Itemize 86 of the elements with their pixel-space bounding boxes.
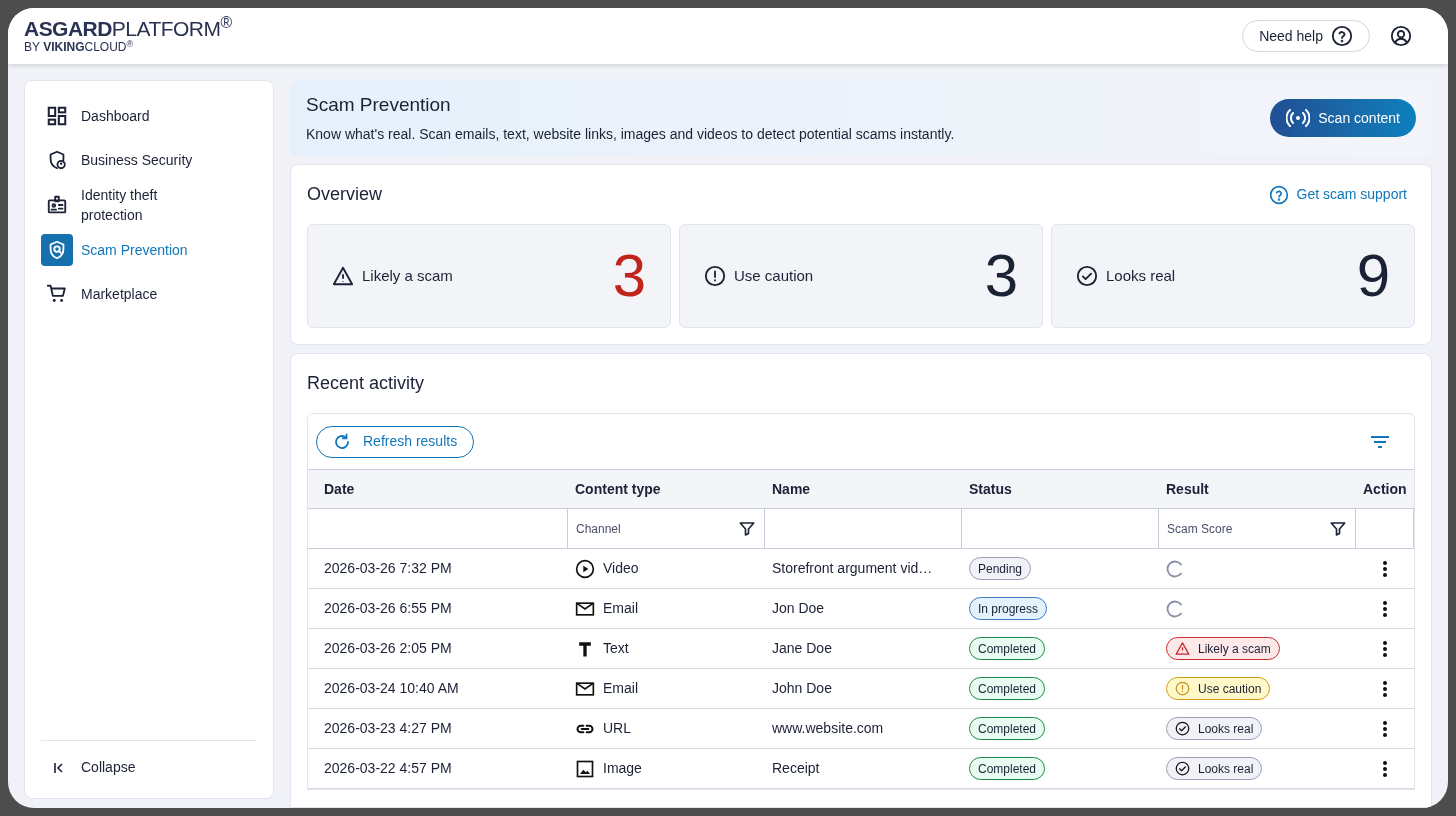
sidebar-item[interactable]: Business Security bbox=[41, 141, 257, 179]
table-cell: 2026-03-24 10:40 AM bbox=[308, 669, 567, 709]
sidebar-item[interactable]: Identity theft protection bbox=[41, 185, 257, 225]
sidebar-item[interactable]: Marketplace bbox=[41, 275, 257, 313]
column-header: Name bbox=[764, 469, 961, 509]
table-cell: John Doe bbox=[764, 669, 961, 709]
account-icon[interactable] bbox=[1390, 25, 1412, 47]
status-badge: Completed bbox=[969, 757, 1046, 780]
result-badge: Likely a scam bbox=[1166, 637, 1280, 660]
more-options-icon[interactable] bbox=[1381, 599, 1388, 618]
filter-icon bbox=[1329, 519, 1347, 538]
status-badge: Pending bbox=[969, 557, 1032, 580]
more-options-icon[interactable] bbox=[1381, 679, 1388, 698]
section-title: Overview bbox=[307, 183, 382, 206]
table-cell: Receipt bbox=[764, 749, 961, 789]
more-options-icon[interactable] bbox=[1381, 759, 1388, 778]
table-cell: Storefront argument vid… bbox=[764, 549, 961, 589]
column-header: Date bbox=[308, 469, 567, 509]
table-cell: Email bbox=[567, 589, 764, 629]
help-icon bbox=[1268, 184, 1289, 205]
table-cell: Text bbox=[567, 629, 764, 669]
scan-content-button[interactable]: Scan content bbox=[1270, 99, 1416, 137]
logo-subtext: BY VIKINGCLOUD$^{®}$ bbox=[24, 40, 135, 54]
table-cell: Email bbox=[567, 669, 764, 709]
column-header: Result bbox=[1158, 469, 1355, 509]
filter-icon bbox=[738, 519, 756, 538]
exclamation-icon bbox=[704, 265, 726, 287]
page-subtitle: Know what's real. Scan emails, text, website links, images and videos to detect potential scams instantly. bbox=[306, 124, 955, 144]
table-cell: Jane Doe bbox=[764, 629, 961, 669]
refresh-icon bbox=[333, 432, 351, 451]
result-badge: Use caution bbox=[1166, 677, 1271, 700]
table-cell: 2026-03-26 2:05 PM bbox=[308, 629, 567, 669]
more-options-icon[interactable] bbox=[1381, 639, 1388, 658]
collapse-button[interactable]: Collapse bbox=[41, 753, 148, 782]
table-cell: 2026-03-26 7:32 PM bbox=[308, 549, 567, 589]
filter-field[interactable]: Channel bbox=[567, 509, 764, 549]
table-cell: Video bbox=[567, 549, 764, 589]
table-cell: 2026-03-22 4:57 PM bbox=[308, 749, 567, 789]
more-options-icon[interactable] bbox=[1381, 719, 1388, 738]
table-cell: Jon Doe bbox=[764, 589, 961, 629]
exclamation-icon bbox=[1175, 681, 1190, 696]
status-badge: In progress bbox=[969, 597, 1048, 620]
section-title: Recent activity bbox=[307, 372, 426, 395]
broadcast-icon bbox=[1286, 109, 1311, 127]
empty-filter-cell bbox=[1355, 509, 1414, 549]
help-icon bbox=[1331, 25, 1353, 47]
id-badge-icon bbox=[46, 194, 68, 216]
loading-spinner-icon bbox=[1166, 599, 1184, 618]
card-count: 3 bbox=[612, 246, 646, 306]
column-header: Status bbox=[961, 469, 1158, 509]
sidebar-item[interactable]: Scam Prevention bbox=[41, 231, 257, 269]
result-badge: Looks real bbox=[1166, 757, 1263, 780]
card-label: Looks real bbox=[1106, 265, 1176, 286]
filter-icon[interactable] bbox=[1370, 434, 1390, 449]
card-label: Use caution bbox=[734, 265, 814, 286]
table-cell: 2026-03-23 4:27 PM bbox=[308, 709, 567, 749]
image-icon bbox=[575, 758, 595, 779]
filter-field[interactable]: Scam Score bbox=[1158, 509, 1355, 549]
warning-icon bbox=[332, 265, 354, 287]
table-cell: www.website.com bbox=[764, 709, 961, 749]
check-circle-icon bbox=[1076, 265, 1098, 287]
play-circle-icon bbox=[575, 558, 595, 579]
status-badge: Completed bbox=[969, 637, 1046, 660]
collapse-icon bbox=[53, 761, 65, 774]
more-options-icon[interactable] bbox=[1381, 559, 1388, 578]
scam-support-link[interactable]: Get scam support bbox=[1268, 184, 1407, 205]
column-header: Content type bbox=[567, 469, 764, 509]
check-circle-icon bbox=[1175, 761, 1190, 776]
card-count: 9 bbox=[1356, 246, 1390, 306]
loading-spinner-icon bbox=[1166, 559, 1184, 578]
page-title: Scam Prevention bbox=[306, 93, 452, 118]
table-cell: 2026-03-26 6:55 PM bbox=[308, 589, 567, 629]
logo-text: ASGARDPLATFORM$^{®}$ bbox=[24, 18, 232, 40]
check-circle-icon bbox=[1175, 721, 1190, 736]
status-badge: Completed bbox=[969, 677, 1046, 700]
result-badge: Looks real bbox=[1166, 717, 1263, 740]
table-cell: URL bbox=[567, 709, 764, 749]
table-cell: Image bbox=[567, 749, 764, 789]
warning-icon bbox=[1175, 641, 1190, 656]
dashboard-icon bbox=[46, 105, 68, 127]
column-header: Action bbox=[1355, 469, 1414, 509]
card-label: Likely a scam bbox=[362, 265, 453, 286]
cart-icon bbox=[46, 283, 68, 305]
sidebar-item[interactable]: Dashboard bbox=[41, 97, 257, 135]
status-badge: Completed bbox=[969, 717, 1046, 740]
card-count: 3 bbox=[984, 246, 1018, 306]
